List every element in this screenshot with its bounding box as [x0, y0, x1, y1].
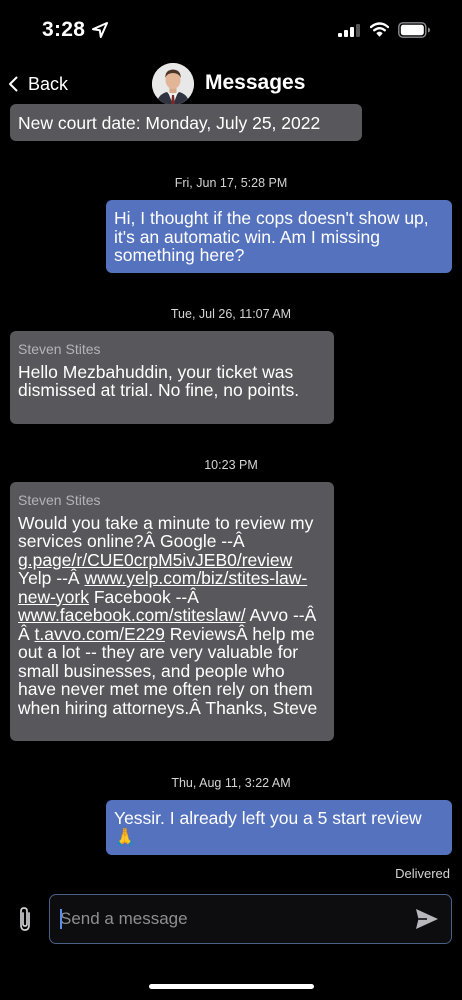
avvo-link[interactable]: t.avvo.com/E229 — [35, 624, 165, 644]
message-input[interactable] — [60, 907, 400, 931]
home-indicator[interactable] — [149, 984, 314, 989]
back-label: Back — [28, 73, 69, 94]
timestamp: Fri, Jun 17, 5:28 PM — [174, 176, 288, 190]
message-composer — [49, 894, 452, 944]
message-text: New court date: Monday, July 25, 2022 — [18, 113, 321, 133]
google-review-link[interactable]: g.page/r/CUE0crpM5ivJEB0/review — [18, 550, 292, 570]
message-text: Hello Mezbahuddin, your ticket was dismi… — [18, 361, 300, 400]
message-text: Hi, I thought if the cops doesn't show u… — [114, 208, 429, 265]
status-time: 3:28 — [42, 18, 86, 41]
sender-name: Steven Stites — [18, 492, 101, 508]
timestamp: 10:23 PM — [204, 458, 258, 472]
facebook-link[interactable]: www.facebook.com/stiteslaw/ — [18, 605, 246, 625]
incoming-message: Steven Stites Hello Mezbahuddin, your ti… — [10, 331, 334, 424]
message-text-segment: Would you take a minute to review my ser… — [18, 512, 314, 551]
incoming-message: New court date: Monday, July 25, 2022 — [10, 104, 362, 141]
message-text-segment: Facebook --Â — [89, 586, 199, 607]
attorney-portrait — [152, 63, 194, 105]
send-icon[interactable] — [415, 908, 439, 930]
chevron-left-icon — [9, 76, 18, 92]
outgoing-message: Hi, I thought if the cops doesn't show u… — [106, 200, 452, 273]
wifi-icon — [370, 22, 389, 37]
paperclip-icon[interactable] — [15, 905, 35, 933]
location-arrow-icon — [92, 22, 108, 38]
page-title: Messages — [205, 71, 306, 94]
message-text: Would you take a minute to review my ser… — [18, 512, 326, 718]
cellular-signal-icon — [338, 24, 360, 37]
delivered-status: Delivered — [395, 866, 450, 881]
status-bar: 3:28 — [0, 0, 462, 62]
timestamp: Thu, Aug 11, 3:22 AM — [171, 776, 291, 790]
outgoing-message: Yessir. I already left you a 5 start rev… — [106, 800, 452, 855]
battery-icon — [398, 22, 430, 38]
message-text-segment: Yelp --Â — [18, 568, 85, 588]
avatar[interactable] — [152, 63, 194, 105]
incoming-message: Steven Stites Would you take a minute to… — [10, 482, 334, 741]
text-caret — [60, 909, 62, 929]
nav-bar: Back Messages — [0, 62, 462, 110]
sender-name: Steven Stites — [18, 341, 101, 357]
timestamp: Tue, Jul 26, 11:07 AM — [170, 307, 292, 321]
back-button[interactable]: Back — [6, 68, 68, 100]
message-text: Yessir. I already left you a 5 start rev… — [114, 808, 422, 847]
